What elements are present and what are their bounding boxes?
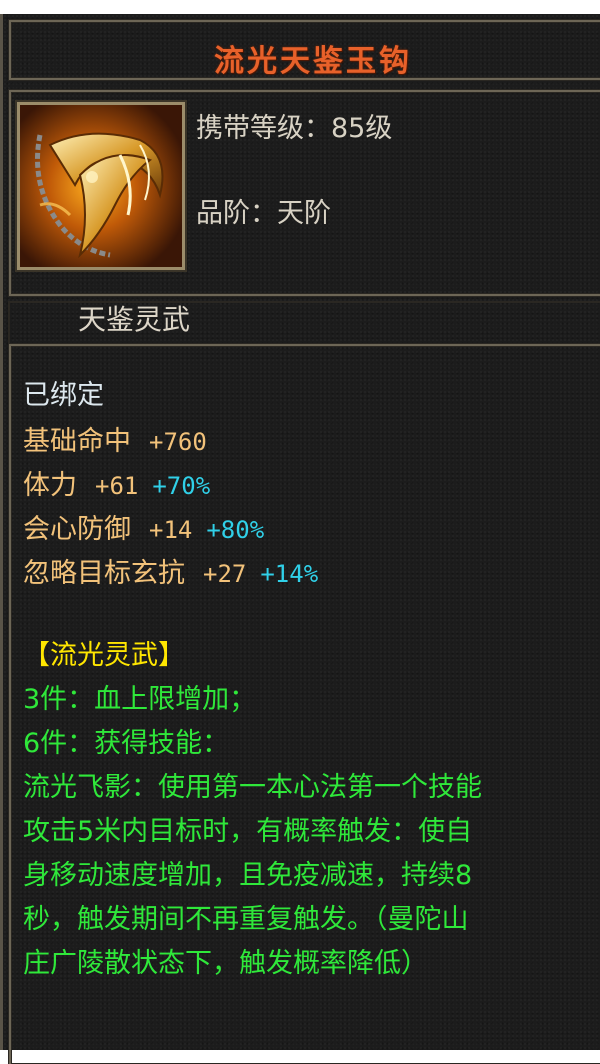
set-line: 攻击5米内目标时，有概率触发：使自: [23, 816, 473, 847]
set-line: 秒，触发期间不再重复触发。（曼陀山: [23, 904, 469, 935]
set-line: 6件：获得技能：: [23, 728, 230, 759]
item-tooltip: 流光天鉴玉钩 携带等级：85级 品阶：天阶 天鉴灵武 已绑定 基础命中 +760…: [0, 14, 600, 1064]
item-name: 流光天鉴玉钩: [214, 44, 412, 79]
set-line: 流光飞影：使用第一本心法第一个技能: [23, 772, 482, 803]
set-line: 3件：血上限增加；: [23, 684, 257, 715]
item-grade: 品阶：天阶: [196, 198, 331, 229]
bound-status: 已绑定: [23, 380, 104, 411]
stat-name: 忽略目标玄抗: [23, 558, 185, 589]
stat-row: 体力 +61 +70%: [23, 463, 210, 502]
stat-name: 体力: [23, 470, 77, 501]
set-line: 庄广陵散状态下，触发概率降低）: [23, 948, 428, 979]
stat-percent: +70%: [152, 472, 211, 500]
stat-value: +760: [149, 428, 207, 456]
stat-percent: +80%: [206, 516, 265, 544]
carry-level: 携带等级：85级: [196, 113, 393, 144]
hook-weapon-icon: [17, 102, 185, 270]
stat-percent: +14%: [260, 560, 319, 588]
stat-name: 基础命中: [23, 426, 131, 457]
stat-row: 基础命中 +760: [23, 419, 207, 458]
stat-value: +14: [149, 516, 193, 544]
stat-name: 会心防御: [23, 514, 131, 545]
stat-value: +27: [203, 560, 247, 588]
set-line: 身移动速度增加，且免疫减速，持续8: [23, 860, 473, 891]
set-title: 【流光灵武】: [23, 640, 185, 671]
stat-row: 忽略目标玄抗 +27 +14%: [23, 551, 318, 590]
stat-row: 会心防御 +14 +80%: [23, 507, 264, 546]
item-type: 天鉴灵武: [78, 303, 191, 336]
stat-value: +61: [95, 472, 139, 500]
